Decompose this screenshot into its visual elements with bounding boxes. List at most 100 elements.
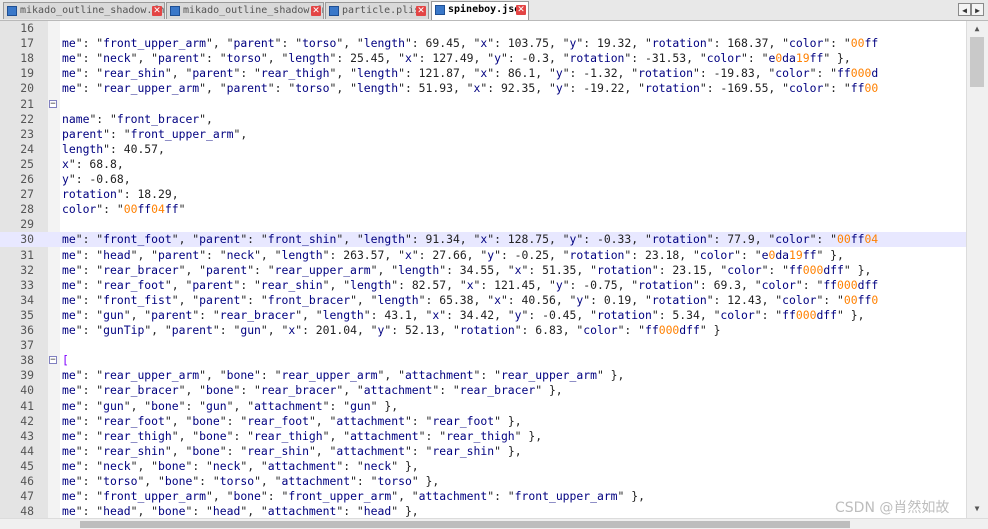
code-line[interactable]: 17 me": "front_upper_arm", "parent": "tor… <box>0 36 966 51</box>
horizontal-scrollbar[interactable] <box>0 518 988 529</box>
code-text: me": "neck", "bone": "neck", "attachment… <box>62 458 419 473</box>
code-line[interactable]: 44 me": "rear_shin", "bone": "rear_shin",… <box>0 444 966 459</box>
code-text: me": "rear_thigh", "bone": "rear_thigh",… <box>62 428 543 443</box>
code-line[interactable]: 21 − <box>0 97 966 112</box>
code-text: me": "rear_upper_arm", "bone": "rear_upp… <box>62 368 625 383</box>
line-number: 47 <box>20 489 34 504</box>
tab-scroll-right-button[interactable]: ▶ <box>971 3 984 16</box>
tab-label: spineboy.json <box>448 4 527 15</box>
line-number: 44 <box>20 443 34 458</box>
tab-particle-plist[interactable]: particle.plist ✕ <box>325 2 429 19</box>
line-number: 33 <box>20 277 34 292</box>
code-text: me": "rear_shin", "bone": "rear_shin", "… <box>62 443 522 458</box>
tab-mikado-outline-shadow-2[interactable]: mikado_outline_shadow.fnt ✕ <box>166 2 324 19</box>
code-text: [ <box>62 353 69 368</box>
line-number: 16 <box>20 21 34 35</box>
fold-toggle-icon[interactable]: − <box>49 99 57 108</box>
line-number: 36 <box>20 323 34 337</box>
code-line[interactable]: 45 me": "neck", "bone": "neck", "attachme… <box>0 459 966 474</box>
code-text: me": "rear_shin", "parent": "rear_thigh"… <box>62 66 879 81</box>
code-line[interactable]: 27 rotation": 18.29, <box>0 187 966 202</box>
line-number: 41 <box>20 398 34 413</box>
line-number: 27 <box>20 187 34 202</box>
line-number: 34 <box>20 292 34 307</box>
code-line[interactable]: 28 color": "00ff04ff" <box>0 202 966 217</box>
scroll-down-icon[interactable]: ▼ <box>970 503 984 515</box>
code-line[interactable]: 43 me": "rear_thigh", "bone": "rear_thigh… <box>0 429 966 444</box>
code-line[interactable]: 22 name": "front_bracer", <box>0 112 966 127</box>
code-text: me": "rear_foot", "parent": "rear_shin",… <box>62 277 879 292</box>
code-text: me": "rear_upper_arm", "parent": "torso"… <box>62 81 879 96</box>
tab-scroll-left-button[interactable]: ◀ <box>958 3 971 16</box>
line-number: 31 <box>20 247 34 262</box>
line-number: 21 <box>20 96 34 111</box>
code-text: y": -0.68, <box>62 172 131 186</box>
code-line[interactable]: 48 me": "head", "bone": "head", "attachme… <box>0 504 966 518</box>
line-number: 17 <box>20 36 34 51</box>
close-icon[interactable]: ✕ <box>416 6 426 16</box>
code-line[interactable]: 47 me": "front_upper_arm", "bone": "front… <box>0 489 966 504</box>
code-line[interactable]: 36 me": "gunTip", "parent": "gun", "x": 2… <box>0 323 966 338</box>
file-icon <box>7 6 17 16</box>
tab-spineboy-json[interactable]: spineboy.json ✕ <box>431 1 529 20</box>
code-line[interactable]: 35 me": "gun", "parent": "rear_bracer", "… <box>0 308 966 323</box>
vertical-scroll-thumb[interactable] <box>970 37 984 87</box>
code-line[interactable]: 18 me": "neck", "parent": "torso", "lengt… <box>0 51 966 66</box>
code-line[interactable]: 25 x": 68.8, <box>0 157 966 172</box>
code-line[interactable]: 34 me": "front_fist", "parent": "front_br… <box>0 293 966 308</box>
fold-toggle-icon[interactable]: − <box>49 356 57 365</box>
tab-label: mikado_outline_shadow.fnt <box>183 5 324 16</box>
code-line[interactable]: 46 me": "torso", "bone": "torso", "attach… <box>0 474 966 489</box>
editor-text-area[interactable]: 16 17 me": "front_upper_arm", "parent": "t… <box>0 21 966 518</box>
code-text: me": "head", "bone": "head", "attachment… <box>62 504 419 518</box>
code-line[interactable]: 40 me": "rear_bracer", "bone": "rear_brac… <box>0 383 966 398</box>
line-number: 40 <box>20 383 34 398</box>
code-text: me": "gun", "bone": "gun", "attachment":… <box>62 398 399 413</box>
line-number: 23 <box>20 126 34 141</box>
code-line[interactable]: 23 parent": "front_upper_arm", <box>0 127 966 142</box>
close-icon[interactable]: ✕ <box>516 5 526 15</box>
code-line[interactable]: 32 me": "rear_bracer", "parent": "rear_up… <box>0 263 966 278</box>
close-icon[interactable]: ✕ <box>311 6 321 16</box>
line-number: 46 <box>20 474 34 488</box>
code-line[interactable]: 41 me": "gun", "bone": "gun", "attachment… <box>0 399 966 414</box>
line-number: 26 <box>20 172 34 186</box>
code-line[interactable]: 37 <box>0 338 966 353</box>
line-number: 45 <box>20 458 34 473</box>
code-text: me": "rear_foot", "bone": "rear_foot", "… <box>62 413 522 428</box>
tab-mikado-outline-shadow-1[interactable]: mikado_outline_shadow.fnt ✕ <box>3 2 165 19</box>
line-number: 30 <box>20 232 34 247</box>
code-line[interactable]: 26 y": -0.68, <box>0 172 966 187</box>
line-number: 42 <box>20 413 34 428</box>
code-text: me": "neck", "parent": "torso", "length"… <box>62 51 851 66</box>
line-number: 24 <box>20 141 34 156</box>
code-text: me": "rear_bracer", "bone": "rear_bracer… <box>62 383 563 398</box>
code-text: color": "00ff04ff" <box>62 202 186 217</box>
file-icon <box>170 6 180 16</box>
close-icon[interactable]: ✕ <box>152 6 162 16</box>
code-line[interactable]: 20 me": "rear_upper_arm", "parent": "tors… <box>0 81 966 96</box>
code-line[interactable]: 42 me": "rear_foot", "bone": "rear_foot",… <box>0 414 966 429</box>
vertical-scrollbar[interactable]: ▲ ▼ <box>966 21 988 518</box>
code-line[interactable]: 31 me": "head", "parent": "neck", "length… <box>0 248 966 263</box>
horizontal-scroll-thumb[interactable] <box>80 521 850 528</box>
line-number: 22 <box>20 111 34 126</box>
code-line[interactable]: 24 length": 40.57, <box>0 142 966 157</box>
code-line[interactable]: 29 <box>0 217 966 232</box>
scroll-up-icon[interactable]: ▲ <box>970 23 984 35</box>
code-line[interactable]: 33 me": "rear_foot", "parent": "rear_shin… <box>0 278 966 293</box>
line-number: 18 <box>20 51 34 66</box>
code-line[interactable]: 30 me": "front_foot", "parent": "front_sh… <box>0 232 966 248</box>
line-number: 20 <box>20 81 34 96</box>
line-number: 32 <box>20 262 34 277</box>
line-number: 19 <box>20 66 34 81</box>
line-number: 28 <box>20 202 34 217</box>
line-number: 38 <box>20 353 34 368</box>
code-line[interactable]: 16 <box>0 21 966 36</box>
code-line[interactable]: 19 me": "rear_shin", "parent": "rear_thig… <box>0 66 966 81</box>
code-text: name": "front_bracer", <box>62 111 213 126</box>
code-text: me": "head", "parent": "neck", "length":… <box>62 247 844 262</box>
line-number: 29 <box>20 217 34 232</box>
code-line[interactable]: 38 −[ <box>0 353 966 368</box>
code-line[interactable]: 39 me": "rear_upper_arm", "bone": "rear_u… <box>0 368 966 383</box>
